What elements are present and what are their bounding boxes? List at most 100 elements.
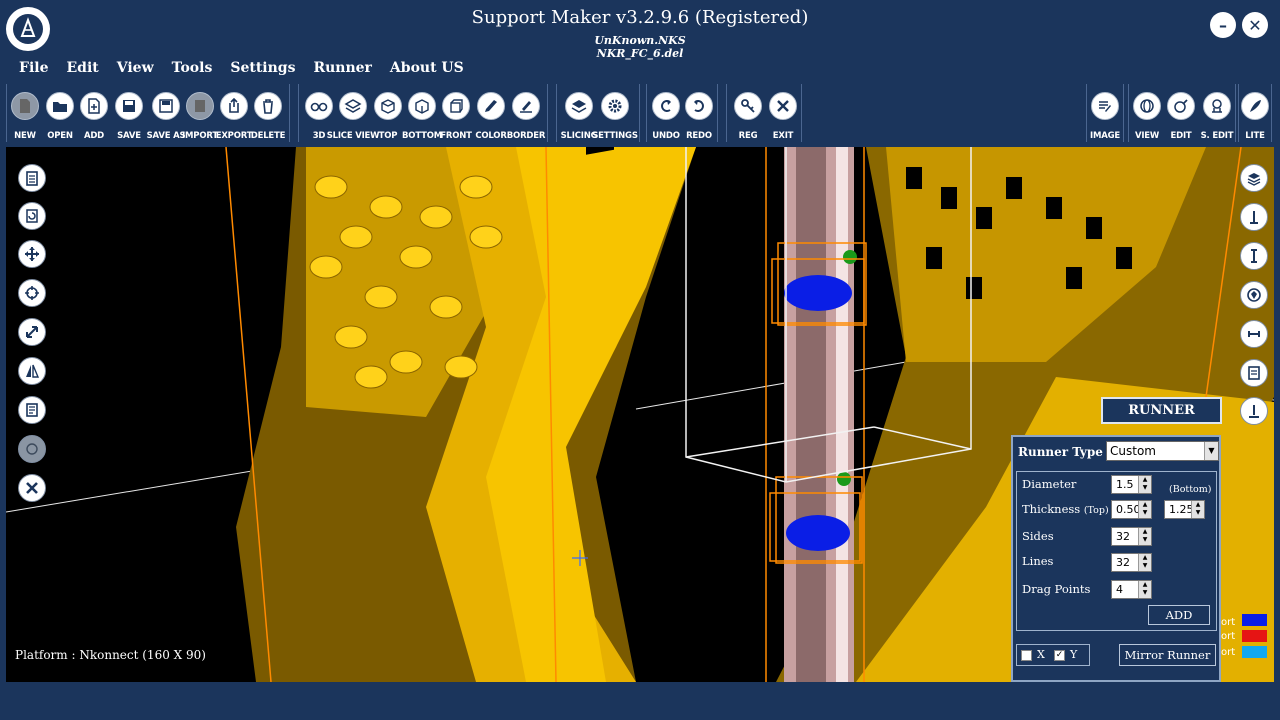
image-edit-icon <box>1091 92 1119 120</box>
image-button[interactable]: IMAGE <box>1087 84 1123 142</box>
menu-edit[interactable]: Edit <box>57 58 107 80</box>
new-button[interactable]: NEW <box>7 84 43 142</box>
thickness-top-stepper[interactable]: 0.50 ▲ ▼ <box>1111 500 1152 519</box>
base-support-icon <box>1249 405 1259 418</box>
cube-bottom-icon <box>408 92 436 120</box>
trash-icon <box>254 92 282 120</box>
diameter-label: Diameter <box>1022 477 1077 491</box>
brush-icon <box>477 92 505 120</box>
feather-icon <box>1241 92 1269 120</box>
undo-button[interactable]: UNDO <box>648 84 684 142</box>
move-tool-button[interactable] <box>18 240 46 268</box>
stepper-arrows-icon[interactable]: ▲ ▼ <box>1138 581 1151 598</box>
lite-button[interactable]: LITE <box>1237 84 1273 142</box>
minimize-button[interactable]: – <box>1210 12 1236 38</box>
support-edit-icon <box>1203 92 1231 120</box>
settings-button[interactable]: SETTINGS <box>592 84 638 142</box>
stepper-arrows-icon[interactable]: ▲ ▼ <box>1138 501 1151 518</box>
color-button[interactable]: COLOR <box>473 84 509 142</box>
legend-swatch-red <box>1242 630 1267 642</box>
thickness-bottom-stepper[interactable]: 1.25 ▲ ▼ <box>1164 500 1205 519</box>
bottom-view-button[interactable]: BOTTOM <box>402 84 442 142</box>
menu-settings[interactable]: Settings <box>221 58 304 80</box>
undo-icon <box>652 92 680 120</box>
exit-button[interactable]: EXIT <box>765 84 801 142</box>
mode-s-edit-button[interactable]: S. EDIT <box>1199 84 1235 142</box>
cube-top-icon <box>374 92 402 120</box>
export-button[interactable]: EXPORT <box>216 84 252 142</box>
mode-group: VIEW EDIT S. EDIT <box>1128 84 1236 142</box>
measure-icon <box>26 443 38 455</box>
open-button[interactable]: OPEN <box>42 84 78 142</box>
menu-file[interactable]: File <box>10 58 57 80</box>
thickness-label: Thickness (Top) <box>1022 502 1109 516</box>
save-button[interactable]: SAVE <box>111 84 147 142</box>
stepper-arrows-icon[interactable]: ▲ ▼ <box>1191 501 1204 518</box>
drag-points-stepper[interactable]: 4 ▲ ▼ <box>1111 580 1152 599</box>
close-window-button[interactable]: ✕ <box>1242 12 1268 38</box>
view-group: 3D SLICE VIEW TOP BOTTOM FRONT COLOR BOR… <box>298 84 548 142</box>
app-window: Support Maker v3.2.9.6 (Registered) UnKn… <box>0 0 1280 720</box>
new-file-icon <box>11 92 39 120</box>
eye-ring-icon <box>1133 92 1161 120</box>
mirror-tool-button[interactable] <box>18 357 46 385</box>
lines-stepper[interactable]: 32 ▲ ▼ <box>1111 553 1152 572</box>
layers-tool-button[interactable] <box>1240 164 1268 192</box>
x-axis-checkbox[interactable] <box>1021 650 1032 661</box>
stepper-arrows-icon[interactable]: ▲ ▼ <box>1138 528 1151 545</box>
add-button[interactable]: ADD <box>76 84 112 142</box>
runner-panel-header[interactable]: RUNNER <box>1101 397 1222 424</box>
slice-view-button[interactable]: SLICE VIEW <box>327 84 380 142</box>
gem-tool-button[interactable] <box>1240 281 1268 309</box>
menu-runner[interactable]: Runner <box>304 58 380 80</box>
diameter-stepper[interactable]: 1.5 ▲ ▼ <box>1111 475 1152 494</box>
wrench-icon <box>26 482 38 494</box>
stack-icon <box>1247 173 1261 186</box>
border-pen-icon <box>512 92 540 120</box>
chevron-down-icon[interactable]: ▼ <box>1204 442 1218 460</box>
front-view-button[interactable]: FRONT <box>438 84 474 142</box>
redo-button[interactable]: REDO <box>681 84 717 142</box>
runner-type-select[interactable]: Custom ▼ <box>1106 441 1219 461</box>
border-button[interactable]: BORDER <box>507 84 545 142</box>
ruler-tool-button[interactable] <box>18 435 46 463</box>
list-tool-button[interactable] <box>1240 359 1268 387</box>
pillar-tool-button[interactable] <box>1240 242 1268 270</box>
menu-about[interactable]: About US <box>381 58 473 80</box>
add-runner-button[interactable]: ADD <box>1148 605 1210 625</box>
folder-icon <box>46 92 74 120</box>
mode-edit-button[interactable]: EDIT <box>1163 84 1199 142</box>
sides-stepper[interactable]: 32 ▲ ▼ <box>1111 527 1152 546</box>
top-view-button[interactable]: TOP <box>370 84 406 142</box>
base-tool-button[interactable] <box>1240 397 1268 425</box>
support-leg-icon <box>1250 211 1258 224</box>
report-tool-button[interactable] <box>18 396 46 424</box>
rotate-tool-button[interactable] <box>18 202 46 230</box>
legend-swatch-blue <box>1242 614 1267 626</box>
delete-button[interactable]: DELETE <box>250 84 286 142</box>
mirror-runner-button[interactable]: Mirror Runner <box>1119 644 1216 666</box>
stepper-arrows-icon[interactable]: ▲ ▼ <box>1138 476 1151 493</box>
history-group: UNDO REDO <box>646 84 718 142</box>
reg-button[interactable]: REG <box>730 84 766 142</box>
tools-button[interactable] <box>18 474 46 502</box>
target-tool-button[interactable] <box>18 279 46 307</box>
menu-tools[interactable]: Tools <box>163 58 222 80</box>
menu-view[interactable]: View <box>108 58 163 80</box>
stepper-arrows-icon[interactable]: ▲ ▼ <box>1138 554 1151 571</box>
y-axis-checkbox[interactable]: ✓ <box>1054 650 1065 661</box>
scale-tool-button[interactable] <box>18 318 46 346</box>
support-tool-button[interactable] <box>1240 203 1268 231</box>
save-icon <box>115 92 143 120</box>
save-as-button[interactable]: SAVE AS <box>147 84 186 142</box>
save-as-icon <box>152 92 180 120</box>
clipboard-tool-button[interactable] <box>18 164 46 192</box>
account-group: REG EXIT <box>726 84 802 142</box>
lines-label: Lines <box>1022 554 1054 568</box>
legend-swatch-cyan <box>1242 646 1267 658</box>
import-button[interactable]: IMPORT <box>182 84 218 142</box>
rotate-icon <box>26 209 38 223</box>
mode-view-button[interactable]: VIEW <box>1129 84 1165 142</box>
gear-icon <box>601 92 629 120</box>
runner-tool-button[interactable] <box>1240 320 1268 348</box>
